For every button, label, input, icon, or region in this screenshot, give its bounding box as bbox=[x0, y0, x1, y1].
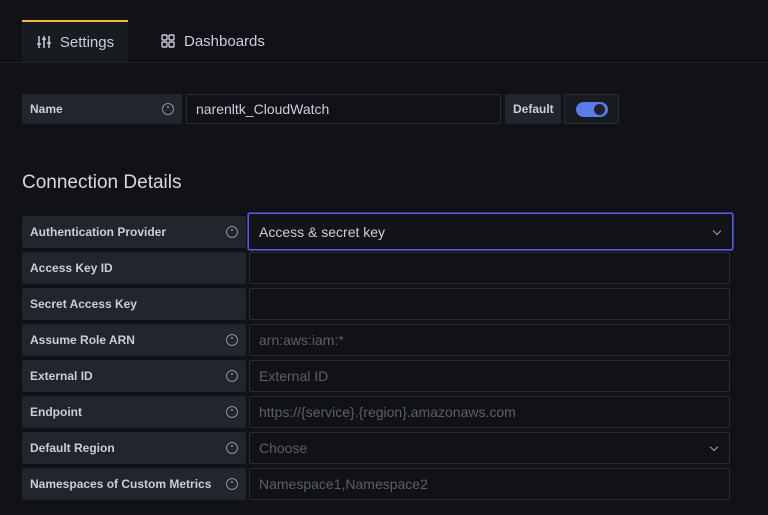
name-input-value: narenltk_CloudWatch bbox=[196, 101, 330, 117]
chevron-down-icon bbox=[712, 226, 722, 235]
tab-dashboards-label: Dashboards bbox=[184, 32, 265, 50]
default-label: Default bbox=[505, 94, 561, 124]
assume-role-input[interactable]: arn:aws:iam:* bbox=[249, 324, 730, 356]
name-input[interactable]: narenltk_CloudWatch bbox=[186, 94, 501, 124]
info-icon[interactable] bbox=[226, 334, 238, 346]
endpoint-label-text: Endpoint bbox=[30, 405, 82, 419]
info-icon[interactable] bbox=[226, 370, 238, 382]
info-icon[interactable] bbox=[162, 103, 174, 115]
access-key-label-text: Access Key ID bbox=[30, 261, 113, 275]
external-id-label: External ID bbox=[22, 360, 246, 392]
default-toggle-container bbox=[564, 94, 619, 124]
external-id-label-text: External ID bbox=[30, 369, 93, 383]
assume-role-placeholder: arn:aws:iam:* bbox=[259, 332, 344, 348]
section-title: Connection Details bbox=[22, 172, 182, 193]
endpoint-input[interactable]: https://{service}.{region}.amazonaws.com bbox=[249, 396, 730, 428]
namespaces-placeholder: Namespace1,Namespace2 bbox=[259, 476, 428, 492]
sliders-icon bbox=[36, 34, 52, 50]
toggle-knob bbox=[594, 104, 605, 115]
endpoint-placeholder: https://{service}.{region}.amazonaws.com bbox=[259, 404, 516, 420]
access-key-input[interactable] bbox=[249, 252, 730, 284]
info-icon[interactable] bbox=[226, 226, 238, 238]
default-toggle[interactable] bbox=[576, 102, 608, 117]
auth-provider-value: Access & secret key bbox=[259, 223, 386, 240]
default-region-label: Default Region bbox=[22, 432, 246, 464]
grid-icon bbox=[160, 33, 176, 49]
default-region-label-text: Default Region bbox=[30, 441, 115, 455]
tab-dashboards[interactable]: Dashboards bbox=[160, 20, 265, 62]
endpoint-label: Endpoint bbox=[22, 396, 246, 428]
tab-settings-label: Settings bbox=[59, 33, 115, 51]
namespaces-label-text: Namespaces of Custom Metrics bbox=[30, 477, 212, 491]
info-icon[interactable] bbox=[226, 406, 238, 418]
auth-provider-select[interactable]: Access & secret key bbox=[248, 213, 733, 250]
default-region-select[interactable]: Choose bbox=[249, 432, 730, 464]
tab-bar: Settings Dashboards bbox=[0, 0, 768, 63]
info-icon[interactable] bbox=[226, 478, 238, 490]
default-label-text: Default bbox=[513, 102, 554, 116]
secret-key-label: Secret Access Key bbox=[22, 288, 246, 320]
external-id-placeholder: External ID bbox=[259, 368, 329, 384]
default-region-placeholder: Choose bbox=[259, 440, 308, 456]
namespaces-label: Namespaces of Custom Metrics bbox=[22, 468, 246, 500]
access-key-label: Access Key ID bbox=[22, 252, 246, 284]
info-icon[interactable] bbox=[226, 442, 238, 454]
secret-key-label-text: Secret Access Key bbox=[30, 297, 137, 311]
chevron-down-icon bbox=[709, 442, 719, 452]
tab-settings[interactable]: Settings bbox=[22, 20, 128, 62]
secret-key-input[interactable] bbox=[249, 288, 730, 320]
namespaces-input[interactable]: Namespace1,Namespace2 bbox=[249, 468, 730, 500]
auth-provider-label: Authentication Provider bbox=[22, 216, 246, 248]
external-id-input[interactable]: External ID bbox=[249, 360, 730, 392]
assume-role-label: Assume Role ARN bbox=[22, 324, 246, 356]
assume-role-label-text: Assume Role ARN bbox=[30, 333, 135, 347]
auth-provider-label-text: Authentication Provider bbox=[30, 225, 167, 239]
name-label-text: Name bbox=[30, 102, 63, 116]
name-label: Name bbox=[22, 94, 182, 124]
